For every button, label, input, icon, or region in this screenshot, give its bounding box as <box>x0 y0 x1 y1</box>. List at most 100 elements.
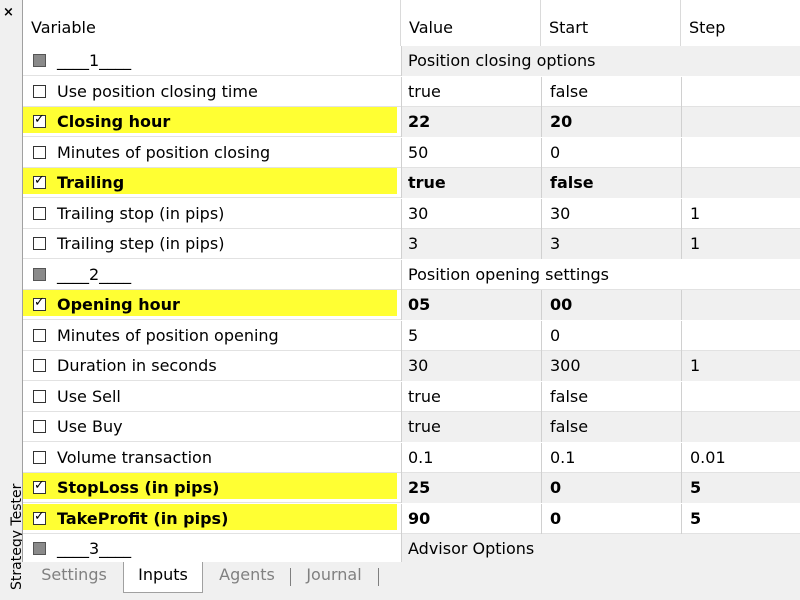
value-cell[interactable]: 25 <box>401 473 541 503</box>
table-row[interactable]: Use Sell true false <box>23 382 800 412</box>
start-cell[interactable]: 0.1 <box>541 443 681 473</box>
variable-cell: Use Sell <box>23 382 401 412</box>
step-cell[interactable]: 1 <box>681 229 800 259</box>
section-row[interactable]: ____1____ Position closing options <box>23 46 800 76</box>
checkbox[interactable]: ✓ <box>33 478 46 494</box>
start-cell[interactable]: 30 <box>541 199 681 229</box>
step-cell[interactable]: 5 <box>681 504 800 534</box>
checkbox[interactable] <box>33 542 46 555</box>
value-cell[interactable]: 3 <box>401 229 541 259</box>
table-row[interactable]: ✓ Opening hour 05 00 <box>23 290 800 320</box>
checkmark-icon: ✓ <box>34 173 45 188</box>
table-row[interactable]: ✓ StopLoss (in pips) 25 0 5 <box>23 473 800 503</box>
value-cell[interactable]: 50 <box>401 138 541 168</box>
step-cell[interactable]: 5 <box>681 473 800 503</box>
tab-agents[interactable]: Agents <box>206 562 288 592</box>
column-header-value[interactable]: Value <box>401 0 541 46</box>
tab-inputs[interactable]: Inputs <box>123 562 203 593</box>
value-cell[interactable]: true <box>401 382 541 412</box>
checkbox[interactable] <box>33 146 46 159</box>
section-row[interactable]: ____3____ Advisor Options <box>23 534 800 562</box>
step-cell[interactable] <box>681 321 800 351</box>
variable-cell: ✓ StopLoss (in pips) <box>23 473 401 503</box>
column-header-step[interactable]: Step <box>681 0 800 46</box>
value-cell[interactable]: Position closing options <box>401 46 800 76</box>
table-row[interactable]: Volume transaction 0.1 0.1 0.01 <box>23 443 800 473</box>
table-row[interactable]: ✓ TakeProfit (in pips) 90 0 5 <box>23 504 800 534</box>
checkbox[interactable]: ✓ <box>33 173 46 189</box>
step-cell[interactable]: 1 <box>681 351 800 381</box>
start-cell[interactable]: false <box>541 168 681 198</box>
step-cell[interactable] <box>681 290 800 320</box>
checkbox[interactable] <box>33 420 46 433</box>
start-cell[interactable]: 0 <box>541 138 681 168</box>
checkbox[interactable] <box>33 390 46 403</box>
checkbox[interactable] <box>33 451 46 464</box>
table-row[interactable]: Use position closing time true false <box>23 77 800 107</box>
value-cell[interactable]: 05 <box>401 290 541 320</box>
step-cell[interactable]: 0.01 <box>681 443 800 473</box>
checkbox[interactable] <box>33 359 46 372</box>
tab-settings[interactable]: Settings <box>30 562 118 592</box>
close-icon[interactable]: × <box>3 6 14 19</box>
checkbox[interactable] <box>33 329 46 342</box>
table-row[interactable]: Trailing stop (in pips) 30 30 1 <box>23 199 800 229</box>
start-cell[interactable]: 0 <box>541 321 681 351</box>
checkbox[interactable] <box>33 268 46 281</box>
step-cell[interactable] <box>681 107 800 137</box>
section-row[interactable]: ____2____ Position opening settings <box>23 260 800 290</box>
start-cell[interactable]: 0 <box>541 504 681 534</box>
start-cell[interactable]: 0 <box>541 473 681 503</box>
variable-cell: ____3____ <box>23 534 401 562</box>
variable-name: Closing hour <box>57 112 171 131</box>
value-cell[interactable]: 30 <box>401 351 541 381</box>
checkbox[interactable]: ✓ <box>33 295 46 311</box>
table-row[interactable]: Minutes of position closing 50 0 <box>23 138 800 168</box>
table-row[interactable]: Use Buy true false <box>23 412 800 442</box>
step-cell[interactable] <box>681 138 800 168</box>
start-cell[interactable]: 20 <box>541 107 681 137</box>
table-row[interactable]: Trailing step (in pips) 3 3 1 <box>23 229 800 259</box>
step-cell[interactable] <box>681 168 800 198</box>
column-header-variable[interactable]: Variable <box>23 0 401 46</box>
variable-name: Minutes of position closing <box>57 143 271 162</box>
table-row[interactable]: Duration in seconds 30 300 1 <box>23 351 800 381</box>
checkbox[interactable] <box>33 237 46 250</box>
variable-name: Minutes of position opening <box>57 326 279 345</box>
variable-cell: ✓ TakeProfit (in pips) <box>23 504 401 534</box>
value-cell[interactable]: Position opening settings <box>401 260 800 290</box>
step-cell[interactable]: 1 <box>681 199 800 229</box>
checkbox[interactable] <box>33 207 46 220</box>
value-cell[interactable]: 5 <box>401 321 541 351</box>
value-cell[interactable]: true <box>401 168 541 198</box>
table-row[interactable]: ✓ Closing hour 22 20 <box>23 107 800 137</box>
table-row[interactable]: ✓ Trailing true false <box>23 168 800 198</box>
checkbox[interactable] <box>33 54 46 67</box>
step-cell[interactable] <box>681 412 800 442</box>
start-cell[interactable]: 300 <box>541 351 681 381</box>
checkbox[interactable] <box>33 85 46 98</box>
variable-cell: ____1____ <box>23 46 401 76</box>
step-cell[interactable] <box>681 382 800 412</box>
tab-journal[interactable]: Journal <box>294 562 374 592</box>
start-cell[interactable]: false <box>541 382 681 412</box>
value-cell[interactable]: 0.1 <box>401 443 541 473</box>
value-cell[interactable]: Advisor Options <box>401 534 800 562</box>
value-cell[interactable]: true <box>401 77 541 107</box>
start-cell[interactable]: false <box>541 412 681 442</box>
value-cell[interactable]: true <box>401 412 541 442</box>
variable-name: Use Buy <box>57 417 123 436</box>
variable-name: Use position closing time <box>57 82 258 101</box>
start-cell[interactable]: false <box>541 77 681 107</box>
start-cell[interactable]: 00 <box>541 290 681 320</box>
value-cell[interactable]: 30 <box>401 199 541 229</box>
checkbox[interactable]: ✓ <box>33 509 46 525</box>
checkbox[interactable]: ✓ <box>33 112 46 128</box>
value-cell[interactable]: 90 <box>401 504 541 534</box>
start-cell[interactable]: 3 <box>541 229 681 259</box>
value-cell[interactable]: 22 <box>401 107 541 137</box>
table-row[interactable]: Minutes of position opening 5 0 <box>23 321 800 351</box>
step-cell[interactable] <box>681 77 800 107</box>
checkmark-icon: ✓ <box>34 478 45 493</box>
column-header-start[interactable]: Start <box>541 0 681 46</box>
